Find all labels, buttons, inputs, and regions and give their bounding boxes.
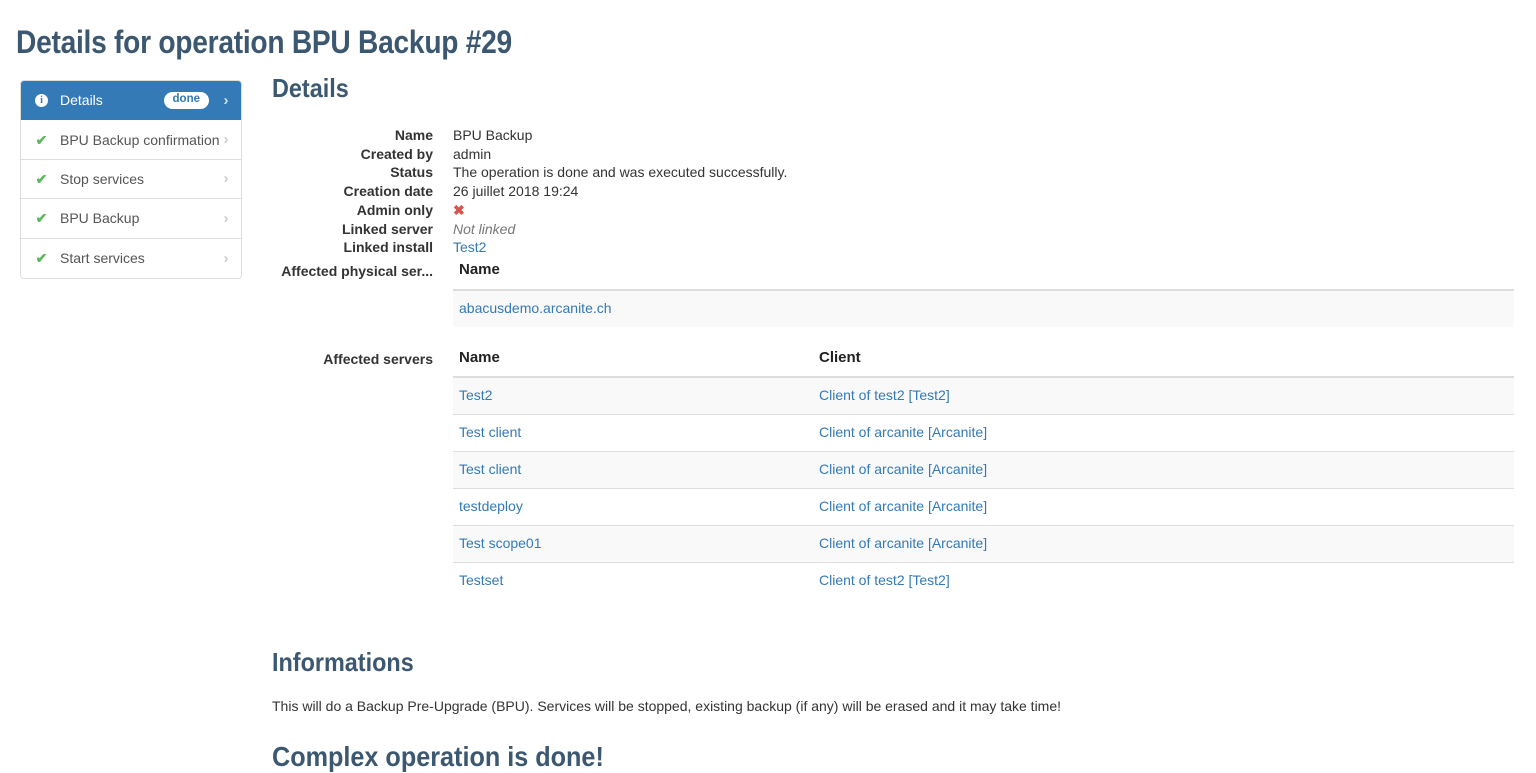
table-header-row: Name Client xyxy=(453,348,1514,379)
chevron-right-icon: › xyxy=(223,91,229,109)
detail-label: Status xyxy=(390,164,433,181)
detail-label: Linked install xyxy=(343,239,433,256)
server-name-link[interactable]: testdeploy xyxy=(459,498,523,514)
page-root: Details for operation BPU Backup #29 i D… xyxy=(0,0,1536,773)
detail-label: Affected physical ser... xyxy=(281,262,433,279)
server-name-link[interactable]: Test client xyxy=(459,424,521,440)
status-badge: done xyxy=(163,91,209,109)
detail-label: Affected servers xyxy=(323,350,433,367)
server-name-link[interactable]: Testset xyxy=(459,572,503,588)
server-client-link[interactable]: Client of test2 [Test2] xyxy=(819,572,950,588)
chevron-right-icon: › xyxy=(223,131,229,149)
table-row: Test client Client of arcanite [Arcanite… xyxy=(453,450,1514,489)
table-row: Test scope01 Client of arcanite [Arcanit… xyxy=(453,524,1514,563)
server-client-link[interactable]: Client of arcanite [Arcanite] xyxy=(819,461,987,477)
table-row: Test client Client of arcanite [Arcanite… xyxy=(453,414,1514,452)
check-icon: ✔ xyxy=(35,170,48,187)
table-row: testdeploy Client of arcanite [Arcanite] xyxy=(453,487,1514,526)
check-icon: ✔ xyxy=(35,131,48,148)
detail-row-linked-server: Linked server Not linked xyxy=(272,220,1514,239)
chevron-right-icon: › xyxy=(223,170,229,188)
server-client-link[interactable]: Client of test2 [Test2] xyxy=(819,387,950,403)
server-name-link[interactable]: Test scope01 xyxy=(459,535,542,551)
detail-row-name: Name BPU Backup xyxy=(272,126,1514,145)
detail-label: Created by xyxy=(360,145,433,162)
detail-row-status: Status The operation is done and was exe… xyxy=(272,163,1514,182)
main-content: Details Name BPU Backup Created by admin… xyxy=(272,72,1514,773)
check-icon: ✔ xyxy=(35,250,48,267)
detail-value: 26 juillet 2018 19:24 xyxy=(453,183,579,200)
details-definition-list: Name BPU Backup Created by admin Status … xyxy=(272,126,1514,599)
column-header-client: Client xyxy=(813,348,1514,379)
chevron-right-icon: › xyxy=(223,209,229,227)
server-client-link[interactable]: Client of arcanite [Arcanite] xyxy=(819,498,987,514)
column-header-name: Name xyxy=(453,348,813,379)
affected-servers-table: Name Client Test2 Client of test2 [Test2… xyxy=(453,348,1514,599)
completion-heading: Complex operation is done! xyxy=(272,741,604,773)
informations-heading: Informations xyxy=(272,647,414,678)
table-header-row: Name xyxy=(453,260,1514,291)
table-row: abacusdemo.arcanite.ch xyxy=(453,289,1514,327)
linked-install-link[interactable]: Test2 xyxy=(453,239,486,255)
sidebar-item-label: BPU Backup confirmation xyxy=(60,131,220,148)
sidebar-item-stop-services[interactable]: ✔ Stop services › xyxy=(21,159,241,200)
detail-label: Creation date xyxy=(343,183,433,200)
details-heading: Details xyxy=(272,73,349,103)
sidebar-item-details[interactable]: i Details done › xyxy=(21,81,241,121)
detail-value: The operation is done and was executed s… xyxy=(453,164,788,181)
detail-row-admin-only: Admin only ✖ xyxy=(272,201,1514,220)
info-circle-icon: i xyxy=(34,93,49,107)
detail-label: Name xyxy=(394,127,433,143)
server-client-link[interactable]: Client of arcanite [Arcanite] xyxy=(819,424,987,440)
detail-label: Admin only xyxy=(356,201,433,218)
detail-row-linked-install: Linked install Test2 xyxy=(272,238,1514,257)
detail-value: BPU Backup xyxy=(453,127,533,143)
check-icon: ✔ xyxy=(35,210,48,227)
physical-servers-table: Name abacusdemo.arcanite.ch xyxy=(453,260,1514,327)
sidebar-item-label: Stop services xyxy=(60,170,145,187)
sidebar-item-bpu-backup[interactable]: ✔ BPU Backup › xyxy=(21,199,241,239)
server-name-link[interactable]: Test2 xyxy=(459,387,492,403)
detail-row-creation-date: Creation date 26 juillet 2018 19:24 xyxy=(272,182,1514,201)
sidebar-item-label: Start services xyxy=(60,250,145,267)
column-header-name: Name xyxy=(453,260,1514,291)
operation-steps-list: i Details done › ✔ BPU Backup confirmati… xyxy=(20,80,242,279)
sidebar-item-start-services[interactable]: ✔ Start services › xyxy=(21,238,241,278)
detail-value: admin xyxy=(453,145,492,162)
server-client-link[interactable]: Client of arcanite [Arcanite] xyxy=(819,535,987,551)
page-title: Details for operation BPU Backup #29 xyxy=(16,24,512,60)
detail-row-affected-servers: Affected servers Name Client Test2 Clien… xyxy=(272,348,1514,599)
sidebar-item-label: Details xyxy=(60,92,103,109)
detail-value: Not linked xyxy=(453,220,516,237)
detail-row-created-by: Created by admin xyxy=(272,145,1514,164)
informations-text: This will do a Backup Pre-Upgrade (BPU).… xyxy=(272,698,1062,715)
physical-server-link[interactable]: abacusdemo.arcanite.ch xyxy=(459,300,612,316)
table-row: Testset Client of test2 [Test2] xyxy=(453,561,1514,599)
detail-label: Linked server xyxy=(341,220,433,237)
cross-mark-icon: ✖ xyxy=(453,201,465,218)
server-name-link[interactable]: Test client xyxy=(459,461,521,477)
informations-section: Informations This will do a Backup Pre-U… xyxy=(272,646,1514,716)
detail-row-affected-physical-servers: Affected physical ser... Name abacusdemo… xyxy=(272,260,1514,327)
sidebar-item-label: BPU Backup xyxy=(60,210,140,227)
sidebar-item-bpu-backup-confirmation[interactable]: ✔ BPU Backup confirmation › xyxy=(21,120,241,160)
table-row: Test2 Client of test2 [Test2] xyxy=(453,376,1514,415)
chevron-right-icon: › xyxy=(223,249,229,267)
